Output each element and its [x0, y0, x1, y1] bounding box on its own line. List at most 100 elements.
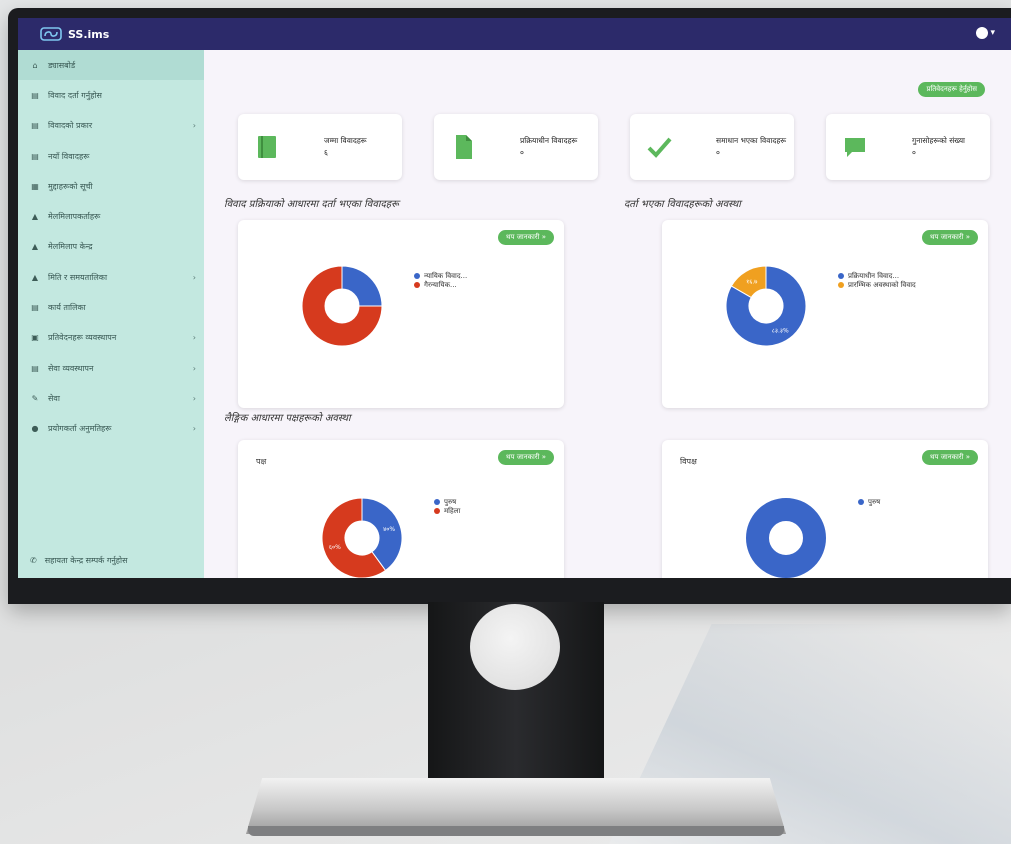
- user-icon: ▲: [31, 272, 39, 282]
- legend-item[interactable]: महिला: [434, 507, 460, 516]
- sidebar-item-label: कार्य तालिका: [48, 303, 86, 313]
- donut-chart: [746, 498, 826, 578]
- sidebar-item-label: सेवा व्यवस्थापन: [48, 363, 94, 373]
- legend-swatch: [858, 499, 864, 505]
- calendar-icon: ▦: [31, 181, 39, 191]
- legend-label: महिला: [444, 507, 461, 516]
- slice-label: ४०%: [383, 526, 395, 533]
- sidebar-item-label: मेलमिलाप केन्द्र: [48, 242, 93, 252]
- legend-item[interactable]: गैरन्यायिक...: [414, 281, 467, 290]
- section-title-dispute-process: विवाद प्रक्रियाको आधारमा दर्ता भएका विवा…: [224, 199, 399, 210]
- slice-label: ६०%: [329, 544, 341, 551]
- user-icon: ▲: [31, 212, 39, 222]
- stand-cable-hole: [470, 604, 560, 690]
- chevron-right-icon: ›: [192, 333, 196, 343]
- donut-slice[interactable]: [341, 265, 383, 307]
- stat-value: ६: [324, 148, 328, 157]
- donut-chart: ४०% ६०%: [321, 497, 403, 578]
- legend-item[interactable]: प्रारम्भिक अवस्थाको विवाद: [838, 281, 916, 290]
- top-navbar: SS.ims ▾: [18, 18, 1011, 50]
- section-title-gender: लैङ्गिक आधारमा पक्षहरूको अवस्था: [224, 413, 351, 424]
- sidebar-item-label: नयाँ विवादहरू: [48, 151, 90, 161]
- stat-label: समाधान भएका विवादहरू: [716, 136, 787, 145]
- sidebar-item-label: विवाद दर्ता गर्नुहोस: [48, 90, 102, 100]
- sidebar: ⌂ ड्यासबोर्ड ▤ विवाद दर्ता गर्नुहोस ▤ विवादको…: [18, 50, 204, 578]
- list-icon: ▤: [31, 303, 39, 313]
- legend-label: प्रारम्भिक अवस्थाको विवाद: [848, 281, 916, 290]
- legend-item[interactable]: पुरुष: [434, 498, 460, 507]
- sidebar-item-label: मिति र समयतालिका: [48, 272, 108, 282]
- section-title-dispute-status: दर्ता भएका विवादहरूको अवस्था: [624, 199, 741, 210]
- sidebar-help-link[interactable]: ✆ सहायता केन्द्र सम्पर्क गर्नुहोस: [30, 555, 128, 566]
- chart-panel-1: थप जानकारी » ८३.३% १६.७ प्रक्रियाधीन विवाद.…: [662, 220, 988, 408]
- sidebar-item-label: मेलमिलापकर्ताहरू: [48, 212, 101, 222]
- slice-label: ८३.३%: [772, 328, 789, 335]
- view-reports-button[interactable]: प्रतिवेदनहरू हेर्नुहोस: [918, 82, 985, 97]
- chart-legend: पुरुष: [858, 498, 880, 507]
- help-icon: ✆: [30, 556, 37, 565]
- list-icon: ▤: [31, 151, 39, 161]
- comment-icon: [842, 132, 868, 162]
- stat-card-3[interactable]: गुनासोहरूको संख्या ०: [826, 114, 990, 180]
- sidebar-item-6[interactable]: ▲ मेलमिलाप केन्द्र: [18, 232, 204, 262]
- monitor-chin: [8, 578, 1011, 604]
- home-icon: ⌂: [32, 60, 38, 70]
- sidebar-item-5[interactable]: ▲ मेलमिलापकर्ताहरू: [18, 201, 204, 231]
- chevron-right-icon: ›: [192, 393, 196, 403]
- stat-card-1[interactable]: प्रक्रियाधीन विवादहरू ०: [434, 114, 598, 180]
- logo-icon: [40, 27, 62, 41]
- wrench-icon: ✎: [31, 393, 39, 403]
- sidebar-item-4[interactable]: ▦ मुद्दाहरूको सूची: [18, 171, 204, 201]
- list-icon: ▤: [31, 121, 39, 131]
- sidebar-item-10[interactable]: ▤ सेवा व्यवस्थापन ›: [18, 353, 204, 383]
- sidebar-item-0[interactable]: ⌂ ड्यासबोर्ड: [18, 50, 204, 81]
- legend-swatch: [838, 282, 844, 289]
- app-name: SS.ims: [68, 27, 110, 41]
- stat-label: गुनासोहरूको संख्या: [912, 136, 965, 145]
- sidebar-item-1[interactable]: ▤ विवाद दर्ता गर्नुहोस: [18, 80, 204, 110]
- sidebar-item-9[interactable]: ▣ प्रतिवेदनहरू व्यवस्थापन ›: [18, 323, 204, 353]
- legend-item[interactable]: पुरुष: [858, 498, 880, 507]
- sidebar-item-3[interactable]: ▤ नयाँ विवादहरू: [18, 141, 204, 171]
- list-icon: ▤: [31, 363, 39, 373]
- stat-label: प्रक्रियाधीन विवादहरू: [520, 136, 578, 145]
- chevron-right-icon: ›: [192, 121, 196, 131]
- chevron-right-icon: ›: [192, 424, 196, 434]
- user-avatar-icon: [976, 27, 989, 39]
- legend-label: प्रक्रियाधीन विवाद...: [848, 272, 900, 280]
- main-content: प्रतिवेदनहरू हेर्नुहोस जम्मा विवादहरू ६ प्…: [204, 50, 1011, 578]
- legend-label: पुरुष: [868, 498, 881, 506]
- legend-label: पुरुष: [444, 498, 457, 506]
- chart-legend: प्रक्रियाधीन विवाद... प्रारम्भिक अवस्थाको…: [838, 272, 916, 290]
- app-logo[interactable]: SS.ims: [40, 27, 109, 41]
- list-icon: ▤: [31, 90, 39, 100]
- file-icon: [450, 132, 476, 162]
- legend-label: गैरन्यायिक...: [424, 281, 457, 290]
- legend-swatch: [434, 499, 440, 505]
- sidebar-item-label: प्रतिवेदनहरू व्यवस्थापन: [48, 333, 117, 343]
- stat-card-0[interactable]: जम्मा विवादहरू ६: [238, 114, 402, 180]
- donut-slice[interactable]: [746, 498, 826, 578]
- legend-swatch: [838, 273, 844, 279]
- monitor-stand-base-edge: [248, 826, 784, 836]
- sidebar-item-12[interactable]: ● प्रयोगकर्ता अनुमतिहरू ›: [18, 414, 204, 444]
- legend-item[interactable]: प्रक्रियाधीन विवाद...: [838, 272, 916, 281]
- lock-icon: ●: [31, 424, 39, 434]
- sidebar-item-7[interactable]: ▲ मिति र समयतालिका ›: [18, 262, 204, 292]
- briefcase-icon: ▣: [31, 333, 39, 343]
- stat-card-2[interactable]: समाधान भएका विवादहरू ०: [630, 114, 794, 180]
- sidebar-item-2[interactable]: ▤ विवादको प्रकार ›: [18, 111, 204, 141]
- sidebar-item-11[interactable]: ✎ सेवा ›: [18, 383, 204, 413]
- donut-chart: ८३.३% १६.७: [725, 265, 807, 347]
- user-menu[interactable]: ▾: [976, 27, 995, 39]
- user-icon: ▲: [31, 242, 39, 252]
- chevron-right-icon: ›: [192, 272, 196, 282]
- legend-swatch: [414, 282, 420, 289]
- sidebar-item-label: मुद्दाहरूको सूची: [48, 181, 93, 191]
- legend-item[interactable]: न्यायिक विवाद...: [414, 272, 467, 281]
- chevron-down-icon: ▾: [990, 28, 995, 38]
- sidebar-item-8[interactable]: ▤ कार्य तालिका: [18, 292, 204, 322]
- chart-panel-0: थप जानकारी » न्यायिक विवाद... गैरन्यायिक..…: [238, 220, 564, 408]
- sidebar-item-label: विवादको प्रकार: [48, 121, 93, 131]
- legend-swatch: [414, 273, 420, 279]
